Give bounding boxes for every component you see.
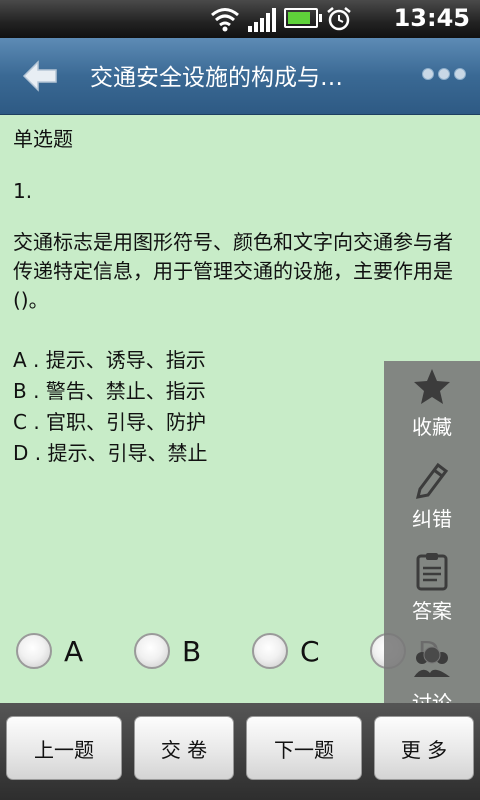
answer-c-label: C (300, 634, 320, 668)
submit-button[interactable]: 交 卷 (134, 716, 234, 780)
back-arrow-icon[interactable] (20, 58, 60, 94)
side-item-label: 收藏 (412, 415, 452, 439)
clipboard-icon (416, 553, 448, 591)
radio-b[interactable] (134, 633, 170, 669)
alarm-icon (327, 7, 351, 31)
prev-question-button[interactable]: 上一题 (6, 716, 122, 780)
wifi-icon (211, 8, 239, 32)
answer-a-label: A (64, 634, 84, 668)
question-text: 交通标志是用图形符号、颜色和文字向交通参与者传递特定信息，用于管理交通的设施，主… (13, 230, 453, 312)
answer-a[interactable]: A (16, 633, 134, 669)
star-icon (414, 369, 450, 404)
side-item-favorite[interactable]: 收藏 (384, 367, 480, 440)
radio-c[interactable] (252, 633, 288, 669)
question-number: 1. (13, 179, 33, 203)
pencil-icon (415, 462, 449, 499)
side-menu: 收藏 纠错 答案 讨论 (384, 361, 480, 715)
more-dots-icon[interactable] (422, 68, 466, 80)
battery-icon (284, 8, 322, 28)
next-question-button[interactable]: 下一题 (246, 716, 362, 780)
more-button[interactable]: 更 多 (374, 716, 474, 780)
status-bar: 13:45 (0, 0, 480, 38)
side-item-report-error[interactable]: 纠错 (384, 459, 480, 532)
answer-b[interactable]: B (134, 633, 252, 669)
status-time: 13:45 (393, 4, 470, 32)
radio-a[interactable] (16, 633, 52, 669)
side-item-label: 纠错 (412, 507, 452, 531)
question-type: 单选题 (13, 127, 73, 151)
signal-icon (248, 8, 276, 32)
page-title: 交通安全设施的构成与… (90, 65, 343, 91)
answer-b-label: B (182, 634, 202, 668)
people-icon (414, 646, 450, 677)
bottom-bar: 上一题 交 卷 下一题 更 多 (0, 703, 480, 800)
status-icons (210, 6, 352, 32)
title-bar: 交通安全设施的构成与… (0, 38, 480, 115)
side-item-answer[interactable]: 答案 (384, 551, 480, 624)
answer-c[interactable]: C (252, 633, 370, 669)
side-item-label: 答案 (412, 599, 452, 623)
